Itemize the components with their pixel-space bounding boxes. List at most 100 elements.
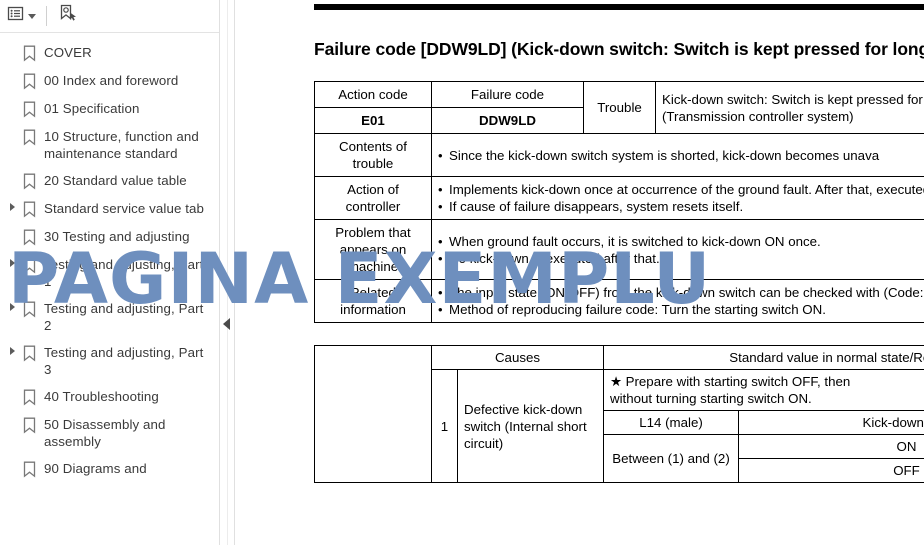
bookmark-item-disassembly-assembly[interactable]: 50 Disassembly and assembly	[0, 411, 219, 455]
bullet-text: When ground fault occurs, it is switched…	[449, 233, 821, 249]
bullet-item: • The input state (ON/OFF) from the kick…	[438, 284, 924, 301]
list-options-button[interactable]	[4, 3, 39, 29]
bookmark-label: 90 Diagrams and	[44, 461, 147, 476]
table-row: Problem that appears on machine • When g…	[314, 219, 924, 280]
problem-on-machine-cell: • When ground fault occurs, it is switch…	[431, 219, 924, 280]
bullet-dot-icon: •	[438, 302, 443, 317]
state-on: ON	[737, 434, 924, 459]
expand-chevron-icon[interactable]	[4, 300, 20, 311]
sidebar-divider[interactable]	[219, 0, 235, 545]
expand-chevron-icon[interactable]	[4, 200, 20, 211]
new-bookmark-icon	[57, 3, 78, 29]
expand-chevron-icon[interactable]	[4, 256, 20, 267]
bookmark-item-standard-service-value-tab[interactable]: Standard service value tab	[0, 195, 219, 223]
bookmarks-sidebar: COVER 00 Index and foreword 01 Specifica…	[0, 0, 219, 545]
bookmark-label: Standard service value tab	[44, 201, 205, 216]
bookmark-label: 01 Specification	[44, 101, 140, 116]
cause-description: Defective kick-down switch (Internal sho…	[457, 369, 604, 483]
bookmark-label: 30 Testing and adjusting	[44, 229, 190, 244]
bullet-item: • Method of reproducing failure code: Tu…	[438, 301, 924, 318]
contents-of-trouble-cell: • Since the kick-down switch system is s…	[431, 133, 924, 177]
table-row: Contents of trouble • Since the kick-dow…	[314, 133, 924, 177]
measure-between-pins: Between (1) and (2)	[603, 434, 739, 483]
expand-chevron-icon[interactable]	[4, 344, 20, 355]
bookmark-icon	[20, 72, 39, 90]
bullet-dot-icon: •	[438, 147, 443, 163]
bookmark-icon	[20, 44, 39, 62]
label-problem-on-machine: Problem that appears on machine	[314, 219, 432, 280]
bullet-dot-icon: •	[438, 182, 443, 197]
table-row: Action of controller • Implements kick-d…	[314, 176, 924, 220]
note-line-1: ★ Prepare with starting switch OFF, then	[610, 374, 851, 389]
bookmark-icon	[20, 200, 39, 218]
header-failure-code: Failure code	[431, 81, 584, 108]
bookmark-icon	[20, 228, 39, 246]
bookmark-label: Testing and adjusting, Part 2	[44, 301, 204, 333]
bookmarks-toolbar	[0, 0, 219, 33]
failure-code-table: Action code Failure code Trouble Kick-do…	[314, 81, 924, 323]
trouble-line-2: (Transmission controller system)	[662, 108, 854, 124]
new-bookmark-button[interactable]	[54, 3, 81, 29]
bookmark-item-testing-adjusting-part-1[interactable]: Testing and adjusting, Part 1	[0, 251, 219, 295]
bullet-item: • If cause of failure disappears, system…	[438, 198, 924, 215]
subheader-connector: L14 (male)	[603, 410, 739, 435]
causes-left-blank-cell	[314, 345, 432, 483]
state-off: OFF	[737, 458, 924, 483]
bookmark-label: 00 Index and foreword	[44, 73, 179, 88]
bookmark-icon	[20, 416, 39, 434]
collapse-left-icon[interactable]	[223, 318, 230, 330]
bookmark-label: 50 Disassembly and assembly	[44, 417, 166, 449]
bookmark-item-standard-value-table[interactable]: 20 Standard value table	[0, 167, 219, 195]
trouble-line-1: Kick-down switch: Switch is kept pressed…	[662, 91, 923, 107]
bookmark-icon	[20, 128, 39, 146]
table-row: Related information • The input state (O…	[314, 279, 924, 323]
bullet-text: If cause of failure disappears, system r…	[449, 199, 744, 214]
bookmark-label: 20 Standard value table	[44, 173, 187, 188]
toolbar-separator	[46, 6, 47, 26]
bookmark-icon	[20, 172, 39, 190]
related-information-cell: • The input state (ON/OFF) from the kick…	[431, 279, 924, 323]
divider-line	[227, 0, 228, 545]
header-standard-value: Standard value in normal state/Rema	[602, 345, 924, 370]
bullet-text: No kick-down is executed after that.	[449, 250, 660, 266]
header-action-code: Action code	[314, 81, 432, 108]
label-action-of-controller: Action of controller	[314, 176, 432, 220]
bullet-dot-icon: •	[438, 199, 443, 214]
label-contents-of-trouble: Contents of trouble	[314, 133, 432, 177]
bookmark-item-structure-function[interactable]: 10 Structure, function and maintenance s…	[0, 123, 219, 167]
bullet-item: • Since the kick-down switch system is s…	[438, 147, 924, 164]
bookmark-icon	[20, 300, 39, 318]
document-page: Failure code [DDW9LD] (Kick-down switch:…	[314, 0, 924, 483]
note-line-2: without turning starting switch ON.	[610, 391, 812, 406]
table-row: Action code Failure code Trouble Kick-do…	[314, 81, 924, 134]
bookmark-label: COVER	[44, 45, 92, 60]
bookmark-icon	[20, 388, 39, 406]
bullet-text: Method of reproducing failure code: Turn…	[449, 302, 826, 317]
trouble-description: Kick-down switch: Switch is kept pressed…	[655, 81, 924, 134]
bookmark-list[interactable]: COVER 00 Index and foreword 01 Specifica…	[0, 33, 219, 483]
bookmark-icon	[20, 460, 39, 478]
bullet-text: The input state (ON/OFF) from the kick-d…	[449, 285, 924, 300]
bookmark-item-testing-adjusting[interactable]: 30 Testing and adjusting	[0, 223, 219, 251]
bookmark-item-cover[interactable]: COVER	[0, 39, 219, 67]
bookmark-item-index-foreword[interactable]: 00 Index and foreword	[0, 67, 219, 95]
action-of-controller-cell: • Implements kick-down once at occurrenc…	[431, 176, 924, 220]
preparation-note: ★ Prepare with starting switch OFF, then…	[602, 369, 924, 411]
bullet-dot-icon: •	[438, 233, 443, 249]
causes-table: Causes Standard value in normal state/Re…	[314, 345, 924, 483]
bookmark-item-testing-adjusting-part-3[interactable]: Testing and adjusting, Part 3	[0, 339, 219, 383]
page-top-rule	[314, 4, 924, 10]
bookmark-item-testing-adjusting-part-2[interactable]: Testing and adjusting, Part 2	[0, 295, 219, 339]
header-causes: Causes	[431, 345, 604, 370]
subheader-switch: Kick-down swit	[737, 410, 924, 435]
label-related-information: Related information	[314, 279, 432, 323]
bookmark-item-specification[interactable]: 01 Specification	[0, 95, 219, 123]
page-title: Failure code [DDW9LD] (Kick-down switch:…	[314, 39, 924, 59]
document-viewport[interactable]: Failure code [DDW9LD] (Kick-down switch:…	[236, 0, 924, 545]
bookmark-label: Testing and adjusting, Part 1	[44, 257, 204, 289]
chevron-down-icon	[28, 13, 36, 19]
bookmark-item-diagrams[interactable]: 90 Diagrams and	[0, 455, 219, 483]
bookmark-item-troubleshooting[interactable]: 40 Troubleshooting	[0, 383, 219, 411]
bullet-text: Since the kick-down switch system is sho…	[449, 147, 880, 163]
header-trouble: Trouble	[583, 81, 656, 134]
